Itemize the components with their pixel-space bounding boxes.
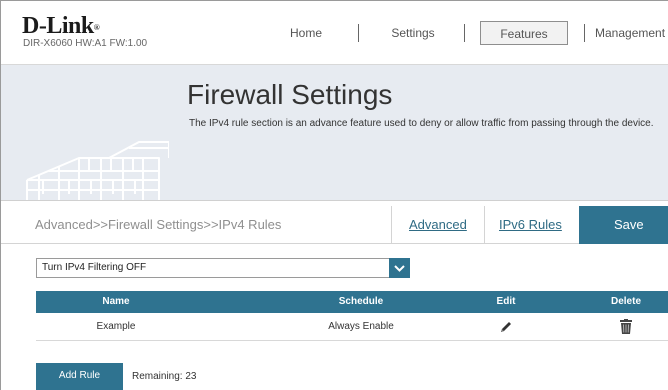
bar-divider xyxy=(484,206,485,244)
nav-home[interactable]: Home xyxy=(271,21,341,45)
nav-divider xyxy=(464,24,465,42)
column-header-name: Name xyxy=(102,296,130,307)
trash-icon xyxy=(620,319,632,334)
bar-divider xyxy=(391,206,392,244)
brick-wall-icon xyxy=(26,141,169,200)
column-header-edit: Edit xyxy=(496,296,516,307)
delete-rule-button[interactable] xyxy=(576,313,668,341)
nav-management[interactable]: Management xyxy=(595,21,668,45)
chevron-down-icon xyxy=(394,265,405,272)
page-description: The IPv4 rule section is an advance feat… xyxy=(189,118,654,129)
ipv4-rules-table: Name Schedule Edit Delete Example Always… xyxy=(36,291,668,341)
router-web-ui: D-Link® DIR-X6060 HW:A1 FW:1.00 Home Set… xyxy=(0,0,668,390)
ipv6-rules-link[interactable]: IPv6 Rules xyxy=(499,217,562,232)
edit-rule-button[interactable] xyxy=(456,313,556,341)
nav-settings[interactable]: Settings xyxy=(378,21,448,45)
dropdown-toggle[interactable] xyxy=(389,258,410,278)
page-banner: Firewall Settings The IPv4 rule section … xyxy=(1,65,668,201)
nav-divider xyxy=(584,24,585,42)
dlink-logo: D-Link® xyxy=(22,13,100,39)
save-button[interactable]: Save xyxy=(579,206,668,244)
model-info: DIR-X6060 HW:A1 FW:1.00 xyxy=(23,38,148,49)
table-header: Name Schedule Edit Delete xyxy=(36,291,668,313)
nav-features[interactable]: Features xyxy=(480,21,568,45)
advanced-link[interactable]: Advanced xyxy=(409,217,467,232)
pencil-icon xyxy=(501,322,511,332)
breadcrumb: Advanced>>Firewall Settings>>IPv4 Rules xyxy=(35,217,282,232)
rule-name: Example xyxy=(96,321,136,332)
header: D-Link® DIR-X6060 HW:A1 FW:1.00 Home Set… xyxy=(1,1,668,65)
remaining-count: Remaining: 23 xyxy=(132,371,197,382)
nav-divider xyxy=(358,24,359,42)
add-rule-button[interactable]: Add Rule xyxy=(36,363,123,390)
ipv4-filter-value: Turn IPv4 Filtering OFF xyxy=(42,262,147,273)
column-header-delete: Delete xyxy=(610,296,641,307)
breadcrumb-bar: Advanced>>Firewall Settings>>IPv4 Rules … xyxy=(1,206,668,244)
ipv4-filter-select[interactable]: Turn IPv4 Filtering OFF xyxy=(36,258,410,278)
page-title: Firewall Settings xyxy=(187,79,393,110)
table-row: Example Always Enable xyxy=(36,313,668,341)
